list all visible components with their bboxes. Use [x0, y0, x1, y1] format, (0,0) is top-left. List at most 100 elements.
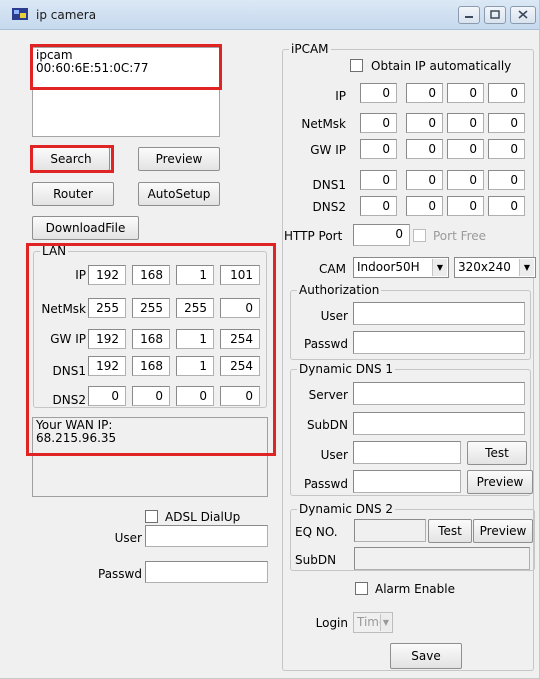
list-item[interactable]: 00:60:6E:51:0C:77 [36, 62, 216, 75]
http-port-label: HTTP Port [284, 229, 343, 243]
lan-gwip-octet-4[interactable]: 254 [220, 329, 260, 349]
lan-ip-octet-3[interactable]: 1 [176, 265, 214, 285]
ddns1-server-input[interactable] [353, 382, 525, 405]
ipcam-netmsk-octet-4[interactable]: 0 [488, 113, 525, 133]
ipcam-dns1-octet-1[interactable]: 0 [360, 170, 397, 190]
auth-user-input[interactable] [353, 302, 525, 325]
ddns2-eqno-input[interactable] [354, 519, 426, 542]
lan-netmsk-octet-4[interactable]: 0 [220, 298, 260, 318]
auth-passwd-input[interactable] [353, 331, 525, 354]
ipcam-netmsk-label: NetMsk [301, 117, 346, 131]
ddns1-preview-button[interactable]: Preview [467, 470, 533, 494]
lan-gwip-octet-2[interactable]: 168 [132, 329, 170, 349]
lan-dns1-octet-2[interactable]: 168 [132, 356, 170, 376]
ddns2-subdn-input[interactable] [354, 547, 530, 570]
ddns1-test-button[interactable]: Test [467, 441, 527, 465]
lan-dns2-octet-3[interactable]: 0 [176, 386, 214, 406]
chevron-down-icon: ▼ [432, 259, 447, 276]
lan-ip-octet-4[interactable]: 101 [220, 265, 260, 285]
adsl-user-label: User [114, 531, 142, 545]
title-bar: ip camera [0, 0, 539, 30]
lan-gwip-octet-3[interactable]: 1 [176, 329, 214, 349]
router-button[interactable]: Router [32, 182, 114, 206]
window-title: ip camera [36, 8, 97, 22]
http-port-input[interactable]: 0 [353, 224, 410, 246]
cam-model-value: Indoor50H [357, 260, 420, 274]
ipcam-netmsk-octet-3[interactable]: 0 [447, 113, 484, 133]
lan-dns1-octet-3[interactable]: 1 [176, 356, 214, 376]
ipcam-dns1-octet-3[interactable]: 0 [447, 170, 484, 190]
autosetup-button[interactable]: AutoSetup [138, 182, 220, 206]
lan-ip-octet-1[interactable]: 192 [88, 265, 126, 285]
maximize-icon [490, 10, 500, 19]
ipcam-dns1-label: DNS1 [312, 178, 346, 192]
close-icon [518, 10, 528, 19]
ddns1-subdn-label: SubDN [306, 418, 348, 432]
ipcam-gwip-label: GW IP [310, 143, 346, 157]
lan-ip-octet-2[interactable]: 168 [132, 265, 170, 285]
ipcam-dns1-octet-2[interactable]: 0 [406, 170, 443, 190]
ipcam-dns1-octet-4[interactable]: 0 [488, 170, 525, 190]
ipcam-ip-octet-1[interactable]: 0 [360, 83, 397, 103]
ddns1-server-label: Server [308, 388, 348, 402]
ipcam-dns2-octet-2[interactable]: 0 [406, 196, 443, 216]
ipcam-ip-label: IP [335, 89, 346, 103]
ddns1-user-input[interactable] [353, 441, 461, 464]
lan-netmsk-octet-3[interactable]: 255 [176, 298, 214, 318]
ipcam-ip-octet-3[interactable]: 0 [447, 83, 484, 103]
lan-dns1-label: DNS1 [52, 364, 86, 378]
ip-camera-window: ip camera ipcam 00:60:6E:51:0C:77 Search… [0, 0, 540, 679]
search-button[interactable]: Search [32, 147, 110, 171]
minimize-button[interactable] [458, 6, 480, 24]
lan-ip-label: IP [75, 268, 86, 282]
adsl-passwd-input[interactable] [145, 561, 268, 583]
preview-button[interactable]: Preview [138, 147, 220, 171]
ipcam-netmsk-octet-1[interactable]: 0 [360, 113, 397, 133]
ipcam-ip-octet-2[interactable]: 0 [406, 83, 443, 103]
ddns1-passwd-label: Passwd [304, 477, 348, 491]
cam-resolution-select[interactable]: 320x240 ▼ [454, 257, 536, 278]
lan-gwip-octet-1[interactable]: 192 [88, 329, 126, 349]
adsl-dialup-checkbox[interactable] [145, 510, 158, 523]
obtain-ip-checkbox[interactable] [350, 59, 363, 72]
save-button[interactable]: Save [390, 643, 462, 669]
adsl-user-input[interactable] [145, 525, 268, 547]
lan-dns1-octet-4[interactable]: 254 [220, 356, 260, 376]
authorization-legend: Authorization [297, 283, 382, 297]
ddns2-preview-button[interactable]: Preview [473, 519, 533, 543]
ipcam-dns2-octet-3[interactable]: 0 [447, 196, 484, 216]
minimize-icon [465, 16, 473, 18]
downloadfile-button[interactable]: DownloadFile [32, 216, 139, 240]
ipcam-dns2-label: DNS2 [312, 200, 346, 214]
alarm-enable-checkbox[interactable] [355, 582, 368, 595]
port-free-checkbox[interactable] [413, 229, 426, 242]
ipcam-netmsk-octet-2[interactable]: 0 [406, 113, 443, 133]
chevron-down-icon: ▼ [380, 614, 391, 631]
ipcam-gwip-octet-4[interactable]: 0 [488, 139, 525, 159]
cam-model-select[interactable]: Indoor50H ▼ [353, 257, 449, 278]
ipcam-dns2-octet-1[interactable]: 0 [360, 196, 397, 216]
close-button[interactable] [510, 6, 536, 24]
device-list[interactable]: ipcam 00:60:6E:51:0C:77 [32, 47, 220, 137]
ipcam-gwip-octet-3[interactable]: 0 [447, 139, 484, 159]
login-select[interactable]: Time ▼ [353, 612, 393, 633]
lan-netmsk-octet-2[interactable]: 255 [132, 298, 170, 318]
ipcam-gwip-octet-2[interactable]: 0 [406, 139, 443, 159]
lan-netmsk-octet-1[interactable]: 255 [88, 298, 126, 318]
auth-passwd-label: Passwd [304, 337, 348, 351]
ddns1-subdn-input[interactable] [353, 412, 525, 435]
lan-dns2-octet-1[interactable]: 0 [88, 386, 126, 406]
ipcam-dns2-octet-4[interactable]: 0 [488, 196, 525, 216]
lan-dns1-octet-1[interactable]: 192 [88, 356, 126, 376]
lan-gwip-label: GW IP [50, 332, 86, 346]
ipcam-ip-octet-4[interactable]: 0 [488, 83, 525, 103]
ddns1-passwd-input[interactable] [353, 470, 461, 493]
maximize-button[interactable] [484, 6, 506, 24]
lan-dns2-octet-4[interactable]: 0 [220, 386, 260, 406]
ipcam-gwip-octet-1[interactable]: 0 [360, 139, 397, 159]
lan-dns2-octet-2[interactable]: 0 [132, 386, 170, 406]
ddns2-test-button[interactable]: Test [428, 519, 472, 543]
ddns1-legend: Dynamic DNS 1 [297, 362, 396, 376]
chevron-down-icon: ▼ [519, 259, 534, 276]
cam-resolution-value: 320x240 [458, 260, 511, 274]
